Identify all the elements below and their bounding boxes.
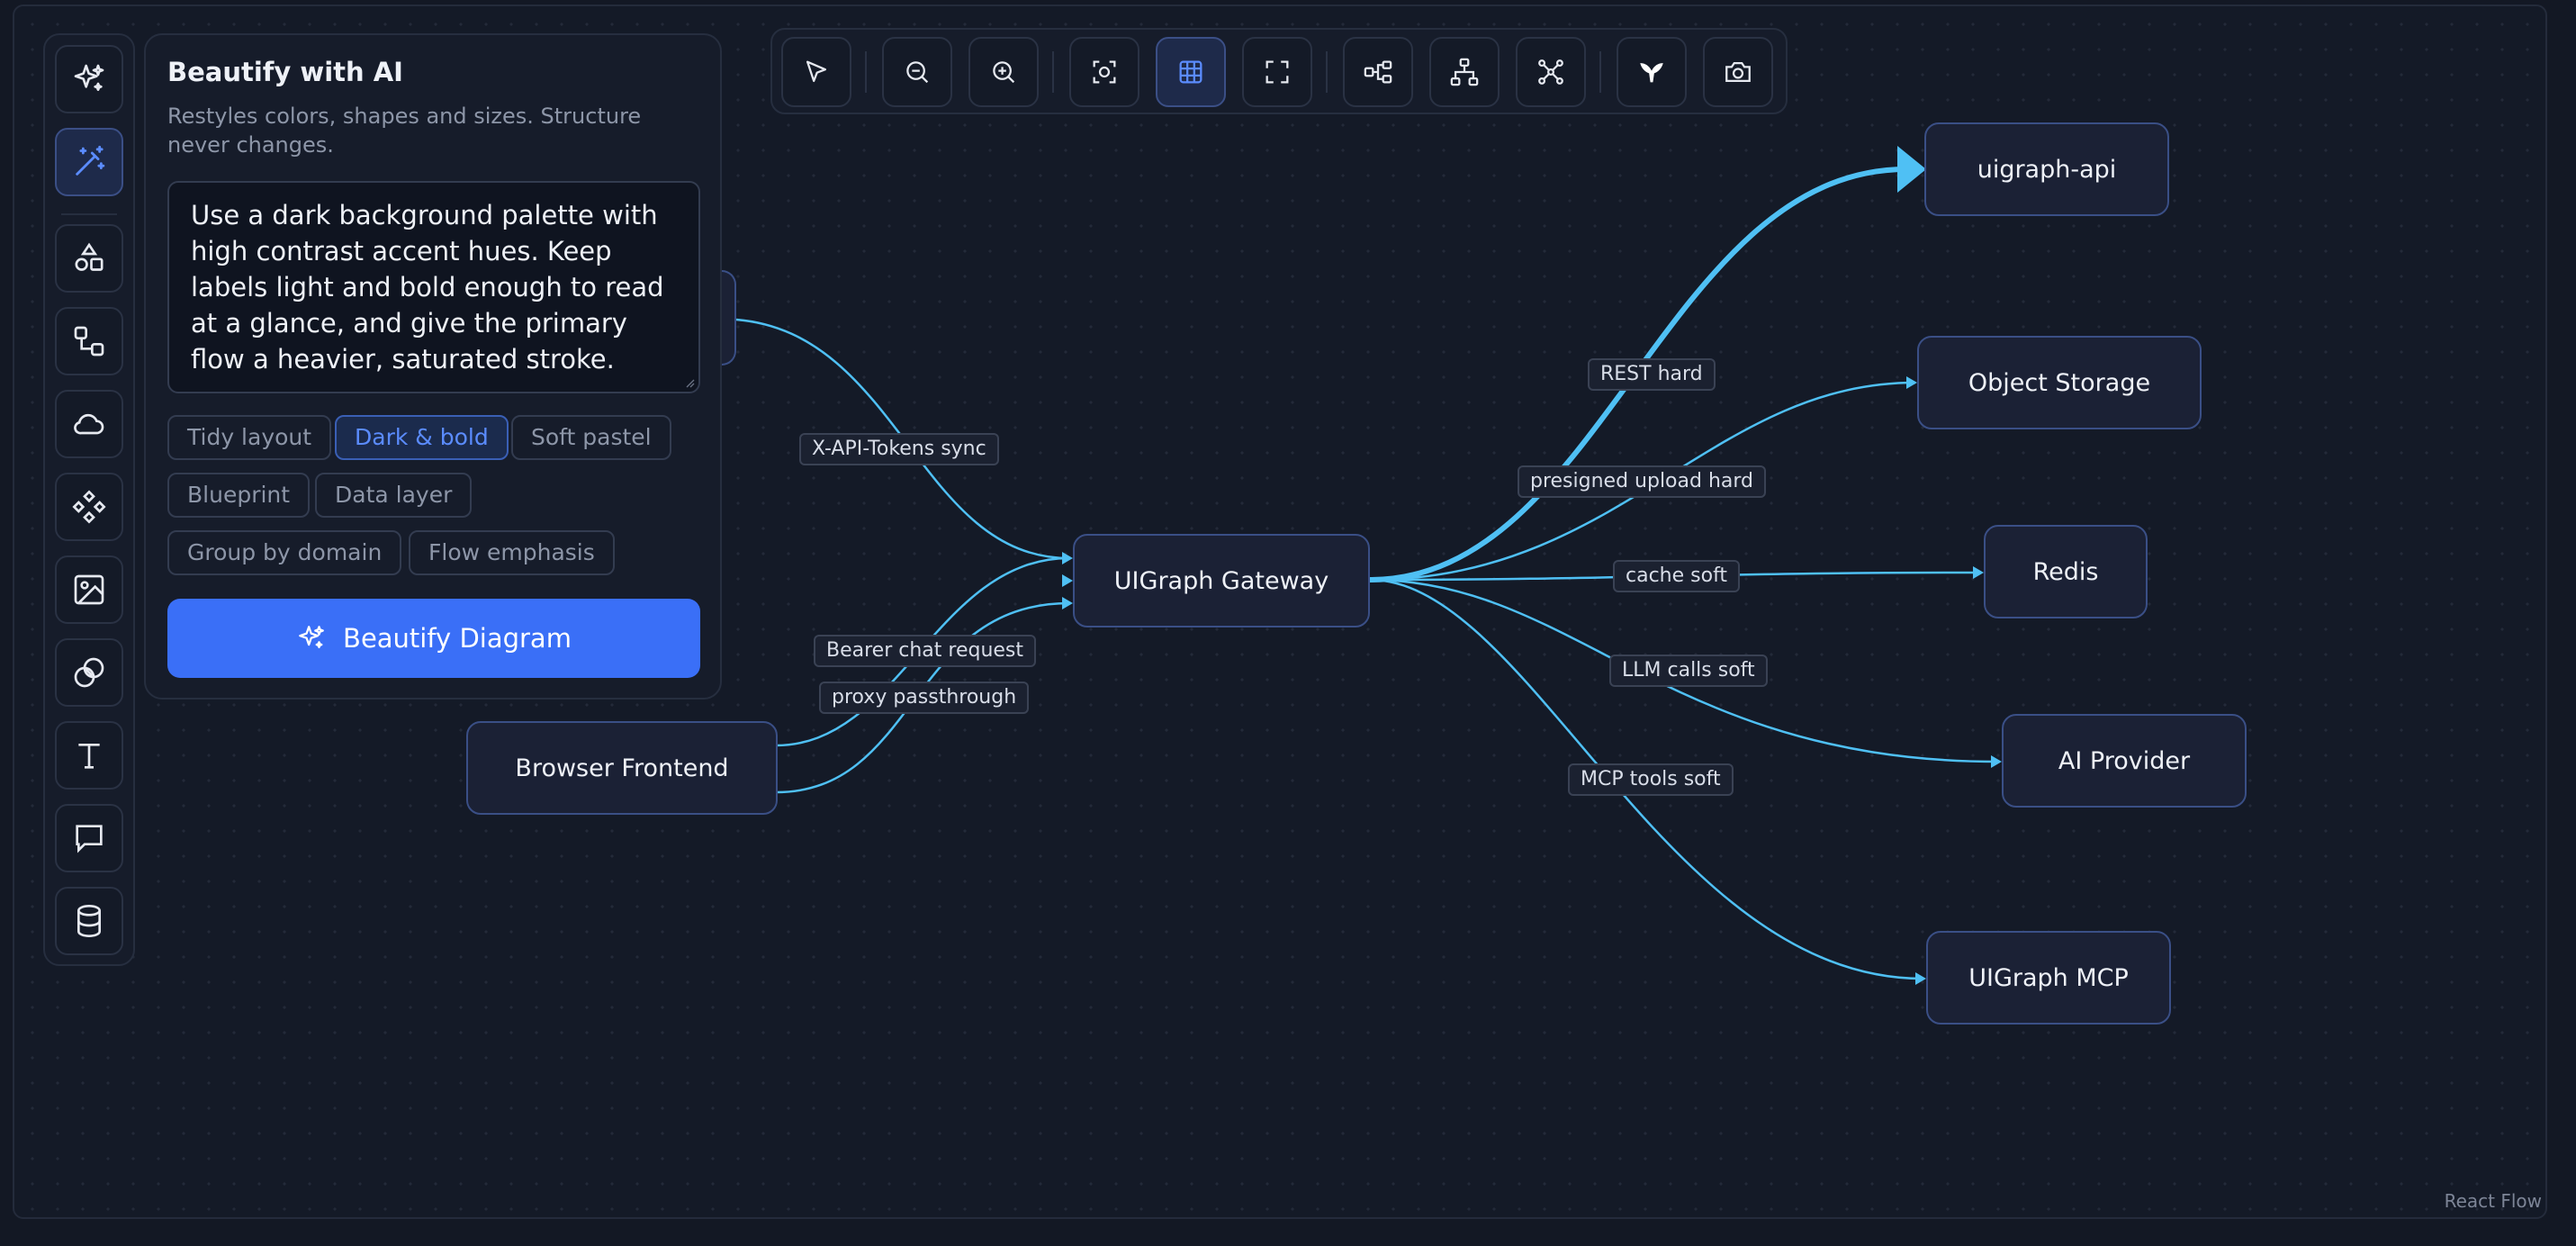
- connector-button[interactable]: [55, 307, 123, 375]
- camera-icon: [1725, 61, 1751, 83]
- edge-label-llm[interactable]: LLM calls soft: [1609, 655, 1768, 687]
- layers-icon: [74, 657, 104, 688]
- preset-soft-pastel[interactable]: Soft pastel: [511, 415, 671, 460]
- layout-force-button[interactable]: [1516, 37, 1586, 107]
- mermaid-icon: [1640, 63, 1663, 83]
- left-toolbar: [43, 33, 135, 966]
- node-api[interactable]: uigraph-api: [1924, 122, 2169, 216]
- components-icon: [72, 490, 106, 524]
- preset-flow-emphasis[interactable]: Flow emphasis: [409, 530, 615, 575]
- edge-label-rest[interactable]: REST hard: [1588, 358, 1716, 391]
- sparkles-icon: [74, 64, 104, 91]
- sparkles-button[interactable]: [55, 45, 123, 113]
- layout-horizontal-button[interactable]: [1343, 37, 1413, 107]
- prompt-textarea[interactable]: Use a dark background palette with high …: [167, 181, 700, 393]
- top-toolbar: [770, 28, 1788, 114]
- preset-tidy-layout[interactable]: Tidy layout: [167, 415, 332, 460]
- edge-label-mcp-tools[interactable]: MCP tools soft: [1568, 763, 1734, 796]
- node-ai[interactable]: AI Provider: [2002, 714, 2247, 808]
- layout-tree-button[interactable]: [1429, 37, 1500, 107]
- edge-label-bearer[interactable]: Bearer chat request: [814, 635, 1037, 667]
- toolbar-divider: [61, 213, 117, 215]
- preset-blueprint[interactable]: Blueprint: [167, 473, 311, 518]
- prompt-text: Use a dark background palette with high …: [191, 200, 664, 375]
- toolbar-divider: [1326, 51, 1328, 93]
- sparkles-icon: [299, 626, 324, 649]
- toolbar-divider: [1052, 51, 1054, 93]
- fit-view-icon: [1265, 60, 1289, 84]
- mermaid-button[interactable]: [1617, 37, 1687, 107]
- shapes-icon: [75, 242, 104, 271]
- panel-subtitle: Restyles colors, shapes and sizes. Struc…: [167, 104, 642, 158]
- edge-label-cache[interactable]: cache soft: [1613, 560, 1741, 592]
- layout-tree-icon: [1450, 58, 1479, 86]
- layout-force-icon: [1538, 59, 1563, 85]
- text-button[interactable]: [55, 721, 123, 790]
- layout-horizontal-icon: [1364, 60, 1392, 84]
- node-redis[interactable]: Redis: [1984, 525, 2148, 618]
- zoom-out-button[interactable]: [882, 37, 952, 107]
- text-icon: [78, 744, 100, 769]
- grid-toggle-button[interactable]: [1156, 37, 1226, 107]
- image-button[interactable]: [55, 555, 123, 624]
- node-browser[interactable]: Browser Frontend: [466, 721, 778, 815]
- comment-button[interactable]: [55, 804, 123, 872]
- zoom-out-icon: [906, 61, 929, 84]
- components-button[interactable]: [55, 473, 123, 541]
- magic-wand-icon: [76, 145, 105, 176]
- comment-icon: [76, 825, 103, 853]
- select-tool-button[interactable]: [781, 37, 851, 107]
- cloud-button[interactable]: [55, 390, 123, 458]
- beautify-button-label: Beautify Diagram: [343, 623, 572, 654]
- edge-label-presigned[interactable]: presigned upload hard: [1518, 465, 1767, 498]
- focus-button[interactable]: [1069, 37, 1139, 107]
- node-gateway[interactable]: UIGraph Gateway: [1073, 534, 1370, 628]
- edge-label-tokens[interactable]: X-API-Tokens sync: [799, 433, 999, 465]
- zoom-in-button[interactable]: [968, 37, 1039, 107]
- layers-button[interactable]: [55, 638, 123, 707]
- node-mcp[interactable]: UIGraph MCP: [1926, 931, 2171, 1025]
- node-storage[interactable]: Object Storage: [1917, 336, 2202, 429]
- react-flow-attribution[interactable]: React Flow: [2445, 1190, 2542, 1212]
- preset-data-layer[interactable]: Data layer: [315, 473, 473, 518]
- resize-handle-icon[interactable]: [684, 377, 695, 388]
- image-icon: [74, 574, 104, 605]
- database-icon: [77, 905, 101, 937]
- toolbar-divider: [1599, 51, 1601, 93]
- zoom-in-icon: [993, 61, 1015, 84]
- toolbar-divider: [865, 51, 867, 93]
- pointer-icon: [806, 60, 827, 83]
- database-button[interactable]: [55, 887, 123, 955]
- beautify-panel: Beautify with AI Restyles colors, shapes…: [144, 33, 722, 700]
- preset-dark-bold[interactable]: Dark & bold: [335, 415, 509, 460]
- grid-icon: [1179, 60, 1202, 84]
- connector-icon: [74, 326, 104, 357]
- screenshot-button[interactable]: [1703, 37, 1773, 107]
- focus-icon: [1093, 60, 1116, 84]
- preset-group-by-domain[interactable]: Group by domain: [167, 530, 402, 575]
- shapes-button[interactable]: [55, 224, 123, 293]
- cloud-icon: [74, 413, 104, 435]
- beautify-diagram-button[interactable]: Beautify Diagram: [167, 599, 700, 678]
- beautify-ai-button[interactable]: [55, 128, 123, 196]
- panel-title: Beautify with AI: [167, 57, 403, 87]
- fit-view-button[interactable]: [1242, 37, 1312, 107]
- edge-label-proxy[interactable]: proxy passthrough: [819, 682, 1030, 714]
